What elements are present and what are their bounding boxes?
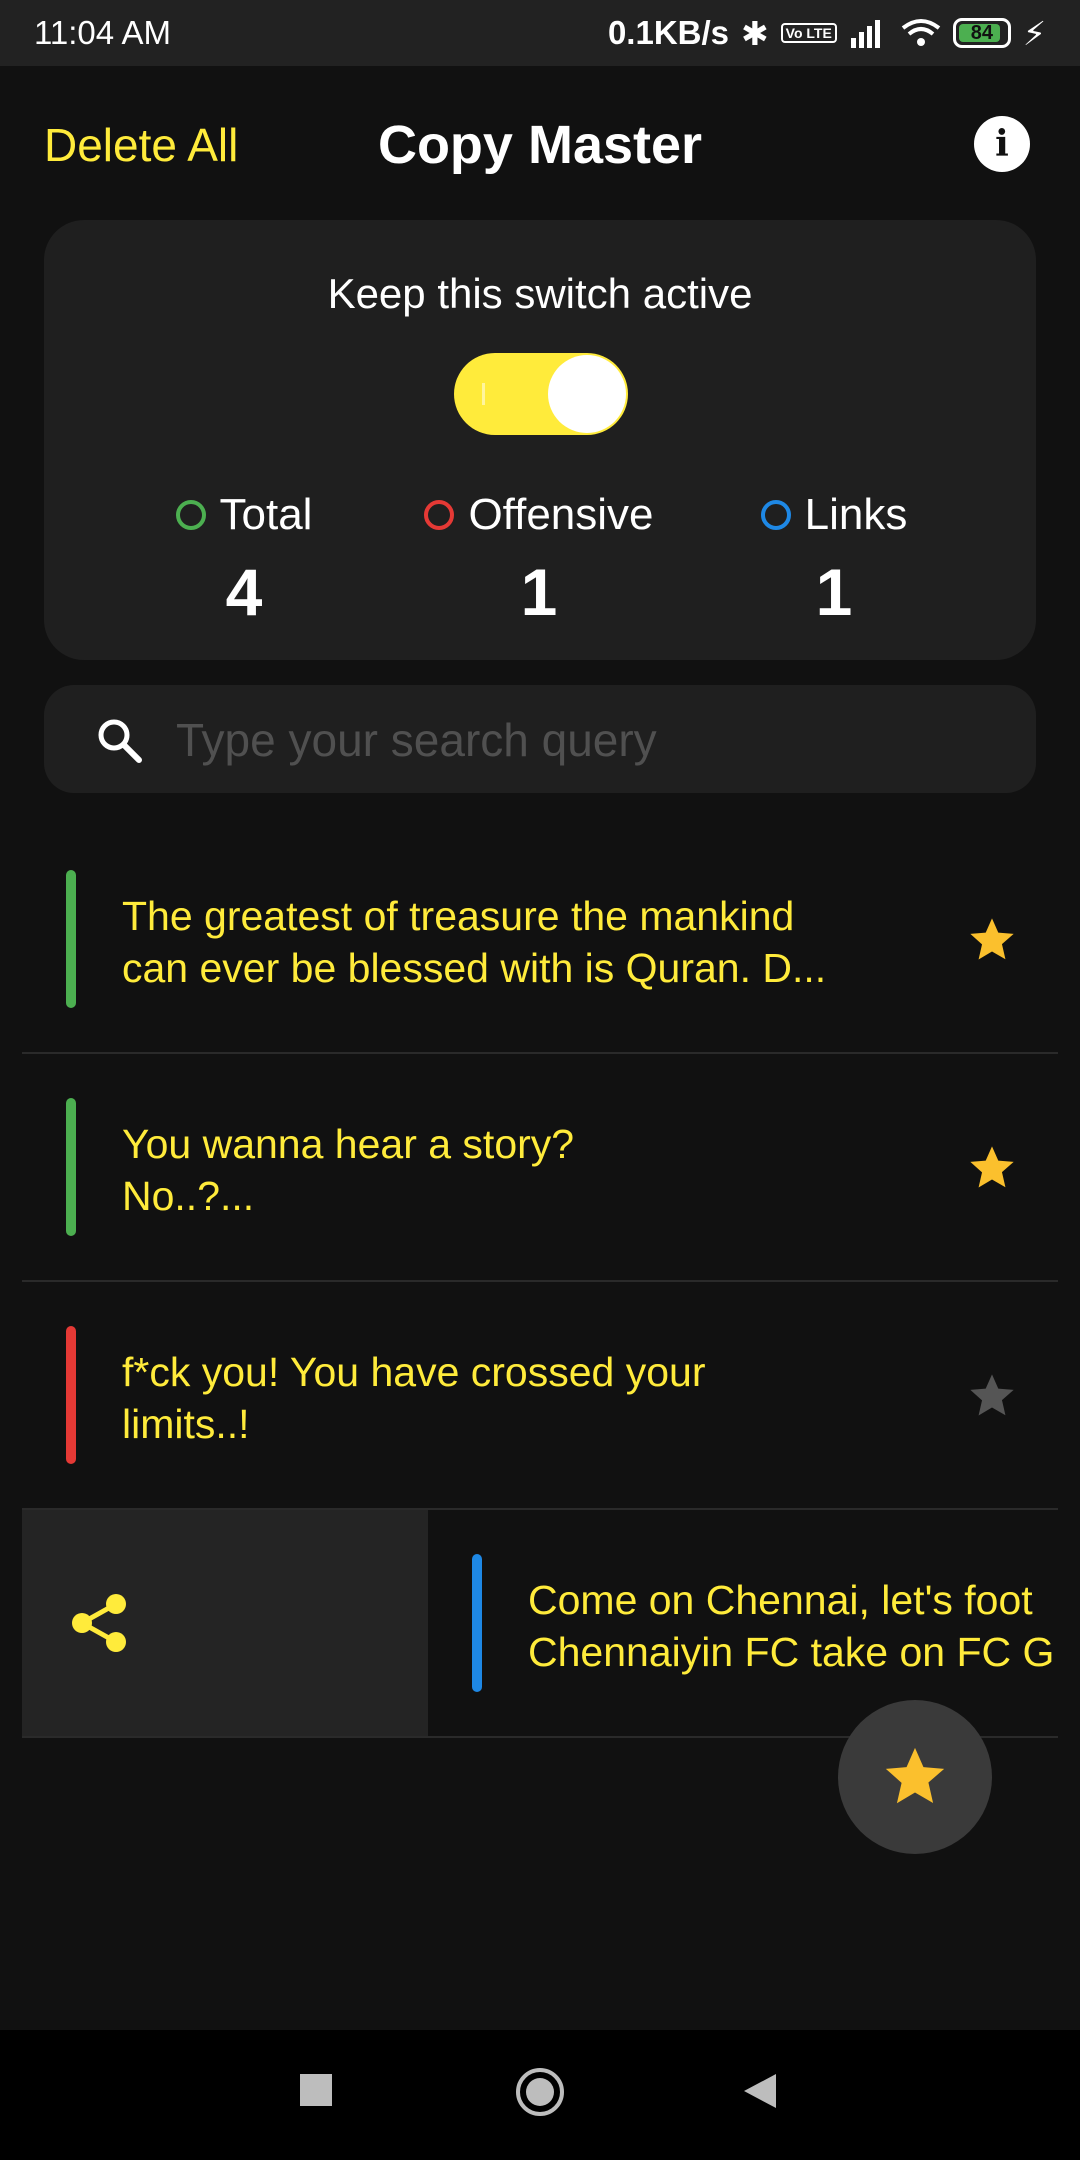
status-bar: 11:04 AM 0.1KB/s ✱ Vo LTE 84 ⚡	[0, 0, 1080, 66]
share-icon[interactable]	[66, 1590, 132, 1656]
wifi-icon	[901, 19, 941, 46]
switch-knob	[548, 355, 626, 433]
stat-label: Total	[219, 490, 313, 539]
info-icon[interactable]: i	[974, 116, 1030, 172]
category-indicator	[66, 870, 76, 1008]
status-time: 11:04 AM	[34, 14, 171, 51]
bluetooth-icon: ✱	[741, 14, 769, 52]
circle-icon	[175, 500, 206, 530]
network-speed: 0.1KB/s	[607, 14, 730, 51]
star-icon[interactable]	[966, 914, 1018, 966]
stat-label: Links	[804, 490, 908, 539]
volte-badge: Vo LTE	[780, 23, 837, 43]
charging-icon: ⚡	[1022, 14, 1046, 52]
delete-all-button[interactable]: Delete All	[44, 118, 238, 172]
share-action[interactable]	[22, 1510, 428, 1736]
star-icon	[885, 1747, 945, 1804]
category-indicator	[66, 1098, 76, 1236]
stat-value: 4	[225, 555, 263, 629]
clip-content: Come on Chennai, let's foot Chennaiyin F…	[428, 1510, 1058, 1736]
category-indicator	[472, 1554, 482, 1692]
stat-value: 1	[815, 555, 853, 629]
search-input[interactable]	[174, 699, 998, 781]
signal-icon	[850, 20, 880, 48]
stat-total: Total 4	[104, 490, 384, 630]
clip-list: The greatest of treasure the mankind can…	[22, 826, 1058, 1738]
star-icon[interactable]	[966, 1142, 1018, 1194]
list-item[interactable]: You wanna hear a story? No..?...	[22, 1054, 1058, 1282]
battery-icon: 84	[952, 18, 1011, 48]
category-indicator	[66, 1326, 76, 1464]
list-item[interactable]: The greatest of treasure the mankind can…	[22, 826, 1058, 1054]
favorites-fab[interactable]	[838, 1700, 992, 1854]
clip-text: Come on Chennai, let's foot Chennaiyin F…	[528, 1577, 1055, 1675]
stat-links: Links 1	[694, 490, 974, 630]
switch-on-mark	[482, 383, 485, 405]
stat-label: Offensive	[468, 490, 654, 539]
stat-offensive: Offensive 1	[399, 490, 679, 630]
circle-icon	[760, 500, 791, 530]
search-bar	[44, 685, 1036, 793]
clip-text: You wanna hear a story? No..?...	[122, 1121, 575, 1219]
switch-hint: Keep this switch active	[327, 270, 753, 317]
home-circle-icon[interactable]	[514, 2066, 566, 2118]
app-header: Delete All Copy Master i	[0, 100, 1080, 190]
search-icon	[98, 719, 142, 763]
system-nav-bar	[0, 2030, 1080, 2160]
status-indicators: 0.1KB/s ✱ Vo LTE 84 ⚡	[608, 14, 1046, 53]
clip-text: f*ck you! You have crossed your limits..…	[122, 1349, 706, 1447]
circle-icon	[424, 500, 455, 530]
monitor-card: Keep this switch active Total 4 Offensiv…	[44, 220, 1036, 660]
list-item[interactable]: f*ck you! You have crossed your limits..…	[22, 1282, 1058, 1510]
stat-value: 1	[520, 555, 558, 629]
monitor-switch[interactable]	[454, 353, 628, 435]
star-icon[interactable]	[966, 1370, 1018, 1422]
clip-text: The greatest of treasure the mankind can…	[122, 893, 827, 991]
back-triangle-icon[interactable]	[742, 2072, 778, 2110]
recents-square-icon[interactable]	[298, 2072, 334, 2108]
